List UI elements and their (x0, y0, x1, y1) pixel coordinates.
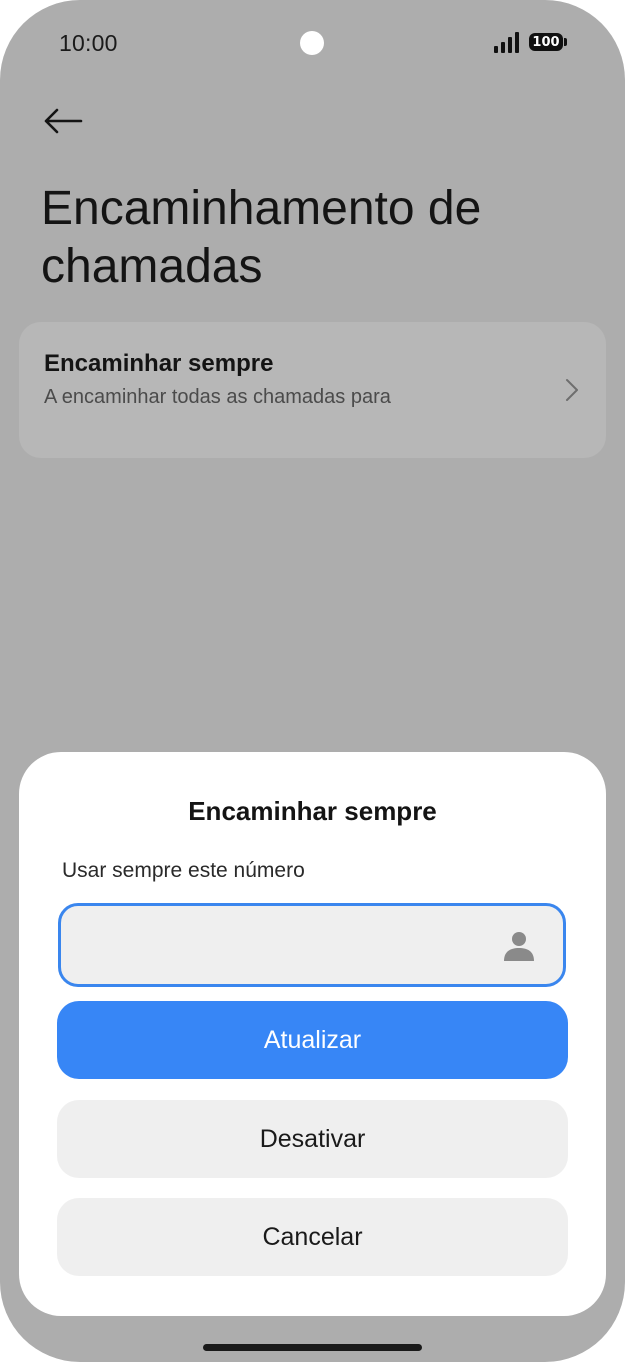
phone-screen: 10:00 100 Encaminhamento de chamadas Enc… (0, 0, 625, 1362)
status-time: 10:00 (59, 30, 118, 56)
settings-item-always-forward[interactable]: Encaminhar sempre A encaminhar todas as … (19, 322, 606, 458)
settings-item-subtitle: A encaminhar todas as chamadas para (44, 386, 391, 408)
arrow-left-icon (44, 108, 83, 134)
forward-dialog: Encaminhar sempre Usar sempre este númer… (19, 752, 606, 1316)
chevron-right-icon (566, 379, 578, 401)
battery-level: 100 (532, 34, 560, 50)
battery-tip (564, 38, 567, 46)
update-button[interactable]: Atualizar (57, 1001, 568, 1079)
page-title: Encaminhamento de chamadas (41, 182, 482, 293)
phone-number-field[interactable] (58, 903, 566, 987)
dialog-label: Usar sempre este número (62, 859, 305, 882)
status-bar: 10:00 100 (0, 0, 625, 86)
battery-icon: 100 (529, 33, 563, 51)
signal-icon (494, 32, 519, 53)
phone-number-input[interactable] (79, 920, 483, 972)
contact-person-icon[interactable] (501, 928, 537, 964)
settings-item-title: Encaminhar sempre (44, 350, 274, 377)
cancel-button[interactable]: Cancelar (57, 1198, 568, 1276)
back-button[interactable] (40, 100, 86, 142)
deactivate-button[interactable]: Desativar (57, 1100, 568, 1178)
camera-dot (300, 31, 324, 55)
dialog-title: Encaminhar sempre (188, 796, 437, 826)
home-indicator[interactable] (203, 1344, 422, 1351)
